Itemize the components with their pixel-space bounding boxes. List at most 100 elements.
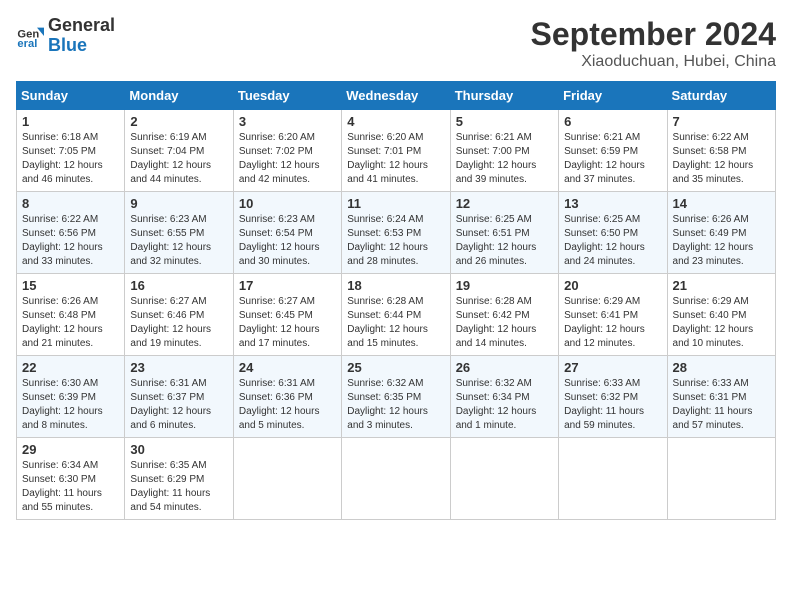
calendar-week-row: 15 Sunrise: 6:26 AM Sunset: 6:48 PM Dayli… [17, 274, 776, 356]
weekday-header: Thursday [450, 82, 558, 110]
day-info: Sunrise: 6:21 AM Sunset: 6:59 PM Dayligh… [564, 131, 661, 187]
day-info: Sunrise: 6:20 AM Sunset: 7:01 PM Dayligh… [347, 131, 444, 187]
day-info: Sunrise: 6:32 AM Sunset: 6:34 PM Dayligh… [456, 377, 553, 433]
day-info: Sunrise: 6:31 AM Sunset: 6:36 PM Dayligh… [239, 377, 336, 433]
calendar-cell: 3 Sunrise: 6:20 AM Sunset: 7:02 PM Daylig… [233, 110, 341, 192]
calendar-cell: 8 Sunrise: 6:22 AM Sunset: 6:56 PM Daylig… [17, 192, 125, 274]
calendar-cell: 13 Sunrise: 6:25 AM Sunset: 6:50 PM Dayli… [559, 192, 667, 274]
weekday-header: Wednesday [342, 82, 450, 110]
day-info: Sunrise: 6:19 AM Sunset: 7:04 PM Dayligh… [130, 131, 227, 187]
weekday-header: Friday [559, 82, 667, 110]
calendar-cell [450, 438, 558, 520]
calendar-cell: 17 Sunrise: 6:27 AM Sunset: 6:45 PM Dayli… [233, 274, 341, 356]
day-number: 26 [456, 360, 553, 375]
day-number: 15 [22, 278, 119, 293]
day-info: Sunrise: 6:25 AM Sunset: 6:50 PM Dayligh… [564, 213, 661, 269]
calendar-cell [559, 438, 667, 520]
day-number: 5 [456, 114, 553, 129]
logo-text: General Blue [48, 16, 115, 56]
day-info: Sunrise: 6:22 AM Sunset: 6:56 PM Dayligh… [22, 213, 119, 269]
day-number: 4 [347, 114, 444, 129]
day-number: 20 [564, 278, 661, 293]
calendar-cell: 22 Sunrise: 6:30 AM Sunset: 6:39 PM Dayli… [17, 356, 125, 438]
calendar-week-row: 1 Sunrise: 6:18 AM Sunset: 7:05 PM Daylig… [17, 110, 776, 192]
day-number: 17 [239, 278, 336, 293]
month-title: September 2024 [531, 16, 776, 53]
calendar-cell: 24 Sunrise: 6:31 AM Sunset: 6:36 PM Dayli… [233, 356, 341, 438]
day-number: 12 [456, 196, 553, 211]
calendar-cell [342, 438, 450, 520]
day-info: Sunrise: 6:27 AM Sunset: 6:46 PM Dayligh… [130, 295, 227, 351]
day-number: 23 [130, 360, 227, 375]
calendar-cell: 1 Sunrise: 6:18 AM Sunset: 7:05 PM Daylig… [17, 110, 125, 192]
day-info: Sunrise: 6:20 AM Sunset: 7:02 PM Dayligh… [239, 131, 336, 187]
day-number: 28 [673, 360, 770, 375]
calendar-cell: 9Sunrise: 6:23 AM Sunset: 6:55 PM Daylig… [125, 192, 233, 274]
calendar-cell: 28 Sunrise: 6:33 AM Sunset: 6:31 PM Dayli… [667, 356, 775, 438]
day-number: 1 [22, 114, 119, 129]
day-number: 24 [239, 360, 336, 375]
calendar-cell: 15 Sunrise: 6:26 AM Sunset: 6:48 PM Dayli… [17, 274, 125, 356]
calendar-week-row: 22 Sunrise: 6:30 AM Sunset: 6:39 PM Dayli… [17, 356, 776, 438]
day-number: 10 [239, 196, 336, 211]
calendar-cell: 20 Sunrise: 6:29 AM Sunset: 6:41 PM Dayli… [559, 274, 667, 356]
day-info: Sunrise: 6:23 AM Sunset: 6:54 PM Dayligh… [239, 213, 336, 269]
calendar-cell: 14 Sunrise: 6:26 AM Sunset: 6:49 PM Dayli… [667, 192, 775, 274]
calendar-cell: 7Sunrise: 6:22 AM Sunset: 6:58 PM Daylig… [667, 110, 775, 192]
calendar-cell: 21Sunrise: 6:29 AM Sunset: 6:40 PM Dayli… [667, 274, 775, 356]
calendar-week-row: 29Sunrise: 6:34 AM Sunset: 6:30 PM Dayli… [17, 438, 776, 520]
svg-text:eral: eral [17, 38, 37, 50]
weekday-header: Sunday [17, 82, 125, 110]
day-number: 13 [564, 196, 661, 211]
day-number: 14 [673, 196, 770, 211]
day-number: 3 [239, 114, 336, 129]
day-info: Sunrise: 6:18 AM Sunset: 7:05 PM Dayligh… [22, 131, 119, 187]
day-info: Sunrise: 6:33 AM Sunset: 6:31 PM Dayligh… [673, 377, 770, 433]
calendar-table: SundayMondayTuesdayWednesdayThursdayFrid… [16, 81, 776, 520]
calendar-cell: 25 Sunrise: 6:32 AM Sunset: 6:35 PM Dayli… [342, 356, 450, 438]
day-number: 18 [347, 278, 444, 293]
day-info: Sunrise: 6:25 AM Sunset: 6:51 PM Dayligh… [456, 213, 553, 269]
calendar-cell: 10 Sunrise: 6:23 AM Sunset: 6:54 PM Dayli… [233, 192, 341, 274]
day-number: 30 [130, 442, 227, 457]
day-info: Sunrise: 6:26 AM Sunset: 6:49 PM Dayligh… [673, 213, 770, 269]
day-number: 27 [564, 360, 661, 375]
day-number: 2 [130, 114, 227, 129]
day-info: Sunrise: 6:27 AM Sunset: 6:45 PM Dayligh… [239, 295, 336, 351]
calendar-cell: 5 Sunrise: 6:21 AM Sunset: 7:00 PM Daylig… [450, 110, 558, 192]
day-number: 19 [456, 278, 553, 293]
day-info: Sunrise: 6:33 AM Sunset: 6:32 PM Dayligh… [564, 377, 661, 433]
calendar-week-row: 8 Sunrise: 6:22 AM Sunset: 6:56 PM Daylig… [17, 192, 776, 274]
day-info: Sunrise: 6:35 AM Sunset: 6:29 PM Dayligh… [130, 459, 227, 515]
day-info: Sunrise: 6:32 AM Sunset: 6:35 PM Dayligh… [347, 377, 444, 433]
day-number: 8 [22, 196, 119, 211]
weekday-header: Saturday [667, 82, 775, 110]
calendar-cell: 29Sunrise: 6:34 AM Sunset: 6:30 PM Dayli… [17, 438, 125, 520]
day-number: 9 [130, 196, 227, 211]
title-area: September 2024 Xiaoduchuan, Hubei, China [531, 16, 776, 71]
day-info: Sunrise: 6:30 AM Sunset: 6:39 PM Dayligh… [22, 377, 119, 433]
weekday-header: Tuesday [233, 82, 341, 110]
calendar-cell: 26 Sunrise: 6:32 AM Sunset: 6:34 PM Dayli… [450, 356, 558, 438]
calendar-cell: 16Sunrise: 6:27 AM Sunset: 6:46 PM Dayli… [125, 274, 233, 356]
day-info: Sunrise: 6:29 AM Sunset: 6:40 PM Dayligh… [673, 295, 770, 351]
day-number: 25 [347, 360, 444, 375]
calendar-cell: 18 Sunrise: 6:28 AM Sunset: 6:44 PM Dayli… [342, 274, 450, 356]
calendar-cell: 12 Sunrise: 6:25 AM Sunset: 6:51 PM Dayli… [450, 192, 558, 274]
calendar-cell: 23 Sunrise: 6:31 AM Sunset: 6:37 PM Dayli… [125, 356, 233, 438]
day-number: 22 [22, 360, 119, 375]
day-info: Sunrise: 6:28 AM Sunset: 6:44 PM Dayligh… [347, 295, 444, 351]
day-number: 6 [564, 114, 661, 129]
day-info: Sunrise: 6:21 AM Sunset: 7:00 PM Dayligh… [456, 131, 553, 187]
logo: Gen eral General Blue [16, 16, 115, 56]
logo-icon: Gen eral [16, 22, 44, 50]
day-info: Sunrise: 6:34 AM Sunset: 6:30 PM Dayligh… [22, 459, 119, 515]
calendar-cell: 30 Sunrise: 6:35 AM Sunset: 6:29 PM Dayli… [125, 438, 233, 520]
calendar-cell [667, 438, 775, 520]
day-info: Sunrise: 6:31 AM Sunset: 6:37 PM Dayligh… [130, 377, 227, 433]
day-number: 11 [347, 196, 444, 211]
page-header: Gen eral General Blue September 2024 Xia… [16, 16, 776, 71]
day-info: Sunrise: 6:29 AM Sunset: 6:41 PM Dayligh… [564, 295, 661, 351]
day-info: Sunrise: 6:24 AM Sunset: 6:53 PM Dayligh… [347, 213, 444, 269]
day-info: Sunrise: 6:26 AM Sunset: 6:48 PM Dayligh… [22, 295, 119, 351]
